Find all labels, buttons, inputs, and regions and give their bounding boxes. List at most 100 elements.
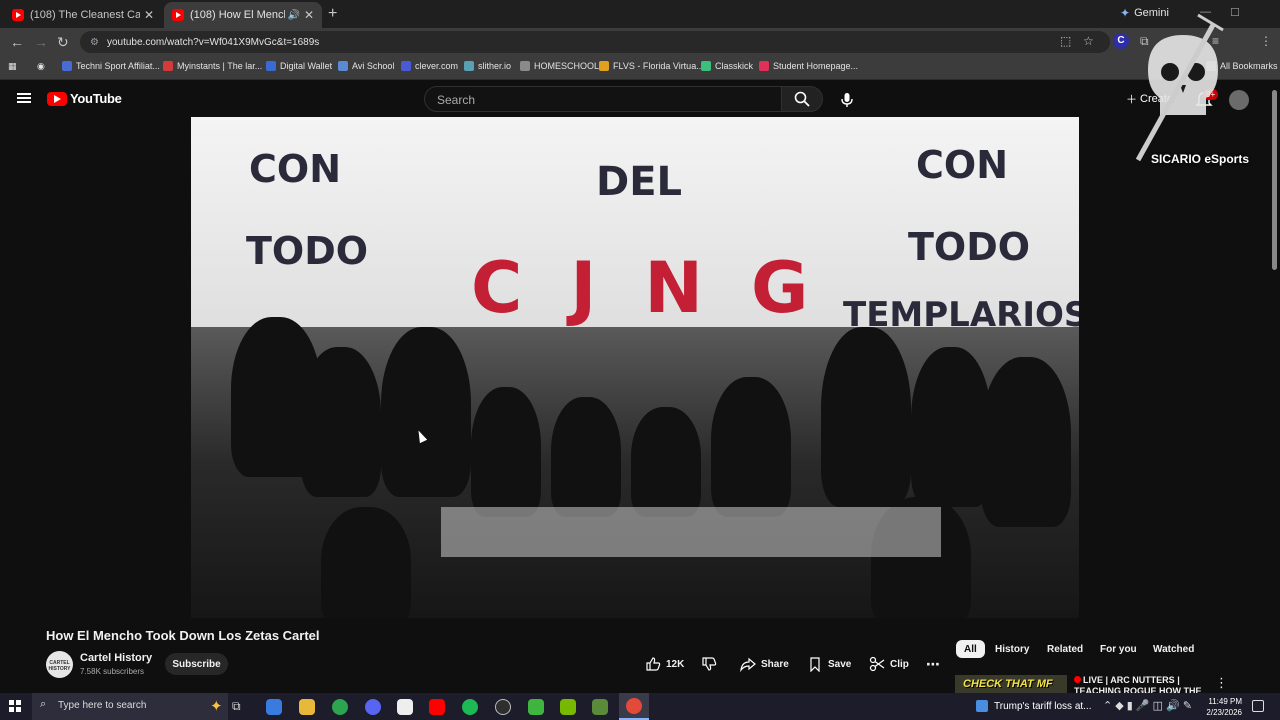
spotify-icon[interactable] xyxy=(462,699,478,715)
live-dot-icon xyxy=(1074,676,1081,683)
bookmark-label: HOMESCHOOL xyxy=(534,61,600,71)
bookmark-classkick[interactable]: Classkick xyxy=(701,61,753,71)
install-app-icon[interactable]: ⬚ xyxy=(1060,34,1071,48)
browser-tab-2[interactable]: (108) How El Mencho Took 🔊 ✕ xyxy=(164,2,322,28)
bookmark-clever[interactable]: clever.com xyxy=(401,61,458,71)
clock-time: 11:49 PM xyxy=(1208,697,1242,706)
menu-icon[interactable] xyxy=(17,93,31,103)
dislike-button[interactable] xyxy=(701,655,717,673)
chip-watched[interactable]: Watched xyxy=(1145,640,1202,658)
bookmark-student-homepage[interactable]: Student Homepage... xyxy=(759,61,858,71)
more-actions-icon[interactable]: ⋯ xyxy=(926,655,940,673)
new-tab-button[interactable]: + xyxy=(328,5,337,23)
bookmark-label: Digital Wallet xyxy=(280,61,333,71)
apps-grid-icon[interactable]: ▦ xyxy=(8,61,17,72)
minecraft-icon[interactable] xyxy=(528,699,544,715)
bookmark-slither[interactable]: slither.io xyxy=(464,61,511,71)
address-bar[interactable]: ⚙ youtube.com/watch?v=Wf041X9MvGc&t=1689… xyxy=(80,31,1110,53)
active-chrome-task[interactable] xyxy=(619,693,649,720)
game-launcher-icon[interactable] xyxy=(592,699,608,715)
search-input[interactable]: Search xyxy=(424,86,782,112)
bookmark-digital-wallet[interactable]: Digital Wallet xyxy=(266,61,332,71)
bookmark-star-icon[interactable]: ☆ xyxy=(1083,34,1094,48)
file-explorer-icon[interactable] xyxy=(299,699,315,715)
news-icon xyxy=(976,700,988,712)
bookmark-avi-school[interactable]: Avi School xyxy=(338,61,394,71)
notification-center-icon[interactable] xyxy=(1252,700,1264,712)
bookmark-techni[interactable]: Techni Sport Affiliat... xyxy=(62,61,160,71)
bookmark-label: FLVS - Florida Virtua... xyxy=(613,61,704,71)
clock[interactable]: 11:49 PM 2/23/2026 xyxy=(1200,696,1242,718)
site-info-icon[interactable]: ⚙ xyxy=(90,37,99,48)
globe-icon[interactable]: ◉ xyxy=(37,61,45,72)
system-tray-icons[interactable]: ⌃ ◆ ▮ 🎤 ◫ 🔊 ✎ xyxy=(1103,699,1192,712)
taskbar-search-input[interactable]: ⌕ Type here to search ✦ xyxy=(32,693,228,720)
search-button[interactable] xyxy=(781,86,823,112)
youtube-wordmark: YouTube xyxy=(70,91,122,106)
bookmark-homeschool[interactable]: HOMESCHOOL xyxy=(520,61,599,71)
chip-history[interactable]: History xyxy=(987,640,1037,658)
windows-start-icon[interactable] xyxy=(9,700,21,712)
news-widget[interactable]: Trump's tariff loss at... xyxy=(976,700,1092,712)
video-player[interactable]: CON DEL CON TODO TODO TEMPLARIOS CJNG xyxy=(191,117,1079,618)
nvidia-icon[interactable] xyxy=(560,699,576,715)
copilot-icon[interactable] xyxy=(266,699,282,715)
url-text: youtube.com/watch?v=Wf041X9MvGc&t=1689s xyxy=(106,36,320,48)
thumbnail-caption: CHECK THAT MF xyxy=(963,678,1053,690)
scissors-icon xyxy=(869,656,885,672)
tab-close-icon[interactable]: ✕ xyxy=(304,8,314,22)
save-button[interactable]: Save xyxy=(807,655,851,673)
chip-all[interactable]: All xyxy=(956,640,985,658)
discord-icon[interactable] xyxy=(365,699,381,715)
bookmark-label: clever.com xyxy=(415,61,459,71)
forward-arrow-icon[interactable]: → xyxy=(34,34,48,50)
figure-shape xyxy=(711,377,791,517)
watermark-text: SICARIO eSports xyxy=(1151,152,1250,166)
taskbar-search-placeholder: Type here to search xyxy=(58,700,147,711)
voice-search-button[interactable] xyxy=(836,89,858,111)
chrome-icon[interactable] xyxy=(332,699,348,715)
bookmark-favicon-icon xyxy=(599,61,609,71)
bookmark-myinstants[interactable]: Myinstants | The lar... xyxy=(163,61,262,71)
windows-taskbar: ⌕ Type here to search ✦ ⧉ Trump's tariff… xyxy=(0,693,1280,720)
chip-related[interactable]: Related xyxy=(1039,640,1091,658)
thumbs-down-icon xyxy=(702,657,717,671)
bookmark-icon xyxy=(810,657,820,672)
clock-date: 2/23/2026 xyxy=(1206,708,1242,717)
youtube-app-icon[interactable] xyxy=(429,699,445,715)
channel-avatar[interactable]: CARTEL HISTORY xyxy=(46,651,73,678)
subscribe-button[interactable]: Subscribe xyxy=(165,653,228,675)
youtube-logo[interactable]: YouTube xyxy=(47,91,122,106)
recommended-thumbnail[interactable]: CHECK THAT MF xyxy=(955,675,1067,693)
bookmark-favicon-icon xyxy=(266,61,276,71)
speaker-icon[interactable]: 🔊 xyxy=(287,10,299,21)
video-title: How El Mencho Took Down Los Zetas Cartel xyxy=(46,628,320,643)
bookmark-favicon-icon xyxy=(62,61,72,71)
recommended-title[interactable]: LIVE | ARC NUTTERS | TEACHING ROGUE HOW … xyxy=(1074,675,1204,693)
obs-icon[interactable] xyxy=(495,699,511,715)
figure-shape xyxy=(821,327,911,507)
thumbs-up-icon xyxy=(646,657,661,671)
bookmark-label: Myinstants | The lar... xyxy=(177,61,263,71)
channel-name[interactable]: Cartel History xyxy=(80,652,152,664)
reload-icon[interactable]: ↻ xyxy=(57,34,69,51)
like-button[interactable]: 12K xyxy=(645,655,684,673)
clip-button[interactable]: Clip xyxy=(869,655,909,673)
figure-shape xyxy=(301,347,381,497)
youtube-play-icon xyxy=(47,91,67,106)
back-arrow-icon[interactable]: ← xyxy=(10,34,24,50)
browser-tab-1[interactable]: (108) The Cleanest Cars at Wei ✕ xyxy=(4,2,162,28)
search-icon: ⌕ xyxy=(40,698,47,710)
bookmark-flvs[interactable]: FLVS - Florida Virtua... xyxy=(599,61,704,71)
video-banner: CON DEL CON TODO TODO TEMPLARIOS CJNG xyxy=(191,117,1079,347)
banner-text: TODO xyxy=(246,229,369,273)
chip-for-you[interactable]: For you xyxy=(1092,640,1145,658)
subscriber-count: 7.58K subscribers xyxy=(80,667,145,676)
task-view-icon[interactable]: ⧉ xyxy=(232,699,248,715)
share-arrow-icon xyxy=(740,657,756,672)
capcut-icon[interactable] xyxy=(397,699,413,715)
page-scrollbar[interactable] xyxy=(1272,90,1277,270)
tab-close-icon[interactable]: ✕ xyxy=(144,8,154,22)
share-button[interactable]: Share xyxy=(740,655,789,673)
more-options-icon[interactable]: ⋮ xyxy=(1215,675,1228,691)
